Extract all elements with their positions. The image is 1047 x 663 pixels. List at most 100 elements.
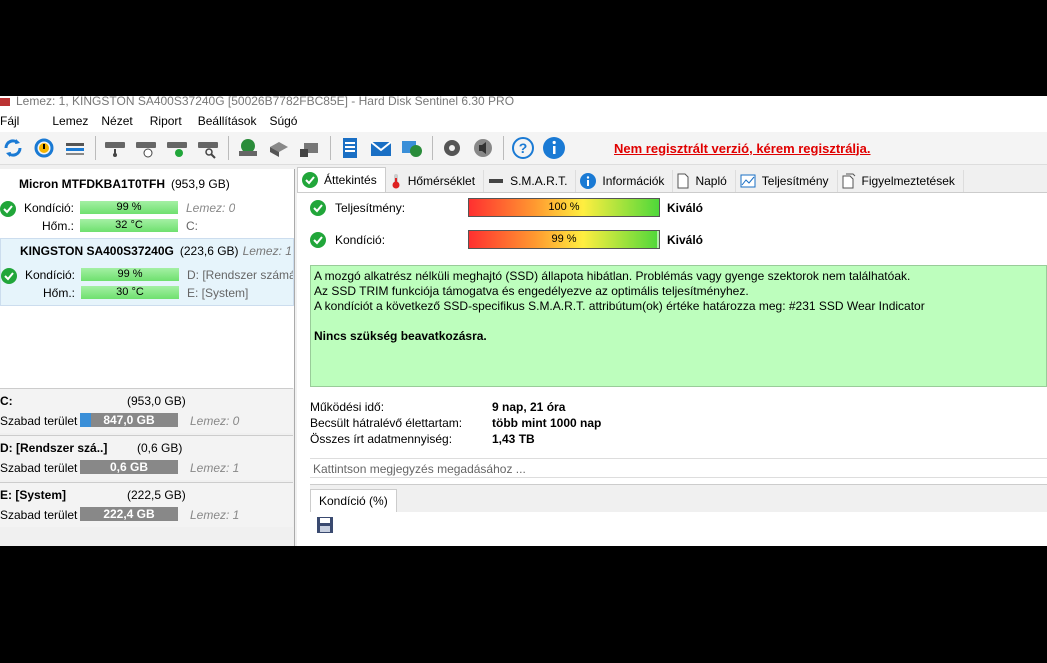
menu-sugo[interactable]: Súgó bbox=[269, 114, 310, 128]
condition-bar: 99 % bbox=[80, 201, 178, 214]
disk-list-icon[interactable] bbox=[62, 135, 88, 161]
free-space-bar: 222,4 GB bbox=[80, 507, 178, 521]
tab-homerseklet[interactable]: Hőmérséklet bbox=[386, 170, 485, 192]
menu-bar: Fájl Lemez Nézet Riport Beállítások Súgó bbox=[0, 110, 1047, 132]
alerts-document-icon bbox=[842, 173, 856, 189]
volume-list-panel: C: (953,0 GB) Szabad terület 847,0 GB Le… bbox=[0, 388, 295, 546]
tab-attekintes[interactable]: Áttekintés bbox=[297, 167, 386, 192]
thermometer-icon bbox=[390, 173, 402, 189]
tab-figyelmeztetesek[interactable]: Figyelmeztetések bbox=[838, 170, 964, 192]
title-bar: Lemez: 1, KINGSTON SA400S37240G [50026B7… bbox=[0, 96, 1047, 110]
tab-informaciok[interactable]: Információk bbox=[576, 170, 674, 192]
tab-naplo[interactable]: Napló bbox=[673, 170, 736, 192]
report-icon[interactable] bbox=[337, 135, 363, 161]
menu-beallitasok[interactable]: Beállítások bbox=[195, 114, 270, 128]
health-value: 99 % bbox=[551, 233, 577, 245]
volume-lemez: Lemez: 1 bbox=[190, 461, 240, 475]
menu-nezet[interactable]: Nézet bbox=[101, 114, 145, 128]
status-message: A mozgó alkatrész nélküli meghajtó (SSD)… bbox=[314, 269, 911, 283]
menu-riport[interactable]: Riport bbox=[146, 114, 195, 128]
toolbar-separator bbox=[228, 136, 229, 160]
settings-gear-icon[interactable] bbox=[439, 135, 465, 161]
toolbar-separator bbox=[330, 136, 331, 160]
health-gauge: 99 % bbox=[468, 230, 660, 249]
temperature-label: Hőm.: bbox=[42, 286, 75, 300]
volume-lemez: Lemez: 1 bbox=[190, 508, 240, 522]
condition-label: Kondíció: bbox=[24, 268, 75, 282]
status-message-box: A mozgó alkatrész nélküli meghajtó (SSD)… bbox=[310, 265, 1047, 387]
menu-fajl[interactable]: Fájl bbox=[0, 114, 32, 128]
disk-schedule-icon[interactable] bbox=[133, 135, 159, 161]
disk-volumes: C: bbox=[186, 219, 198, 233]
performance-label: Teljesítmény: bbox=[335, 201, 406, 215]
disk-tools-icon[interactable] bbox=[297, 135, 323, 161]
toolbar-separator bbox=[503, 136, 504, 160]
volume-item-c[interactable]: C: (953,0 GB) Szabad terület 847,0 GB Le… bbox=[0, 388, 293, 433]
disk-search-icon[interactable] bbox=[195, 135, 221, 161]
disk-name: KINGSTON SA400S37240G bbox=[20, 244, 174, 258]
free-space-value: 222,4 GB bbox=[103, 507, 155, 521]
volume-item-d[interactable]: D: [Rendszer szá..] (0,6 GB) Szabad terü… bbox=[0, 435, 293, 480]
network-disk-icon[interactable] bbox=[235, 135, 261, 161]
help-icon[interactable]: ? bbox=[510, 135, 536, 161]
free-space-label: Szabad terület bbox=[0, 461, 78, 475]
disk-size: (223,6 GB) bbox=[179, 244, 239, 258]
toolbar-separator bbox=[432, 136, 433, 160]
app-window: Lemez: 1, KINGSTON SA400S37240G [50026B7… bbox=[0, 96, 1047, 546]
performance-value: 100 % bbox=[548, 201, 580, 213]
email-icon[interactable] bbox=[368, 135, 394, 161]
disk-icon bbox=[488, 173, 504, 189]
status-conclusion: Nincs szükség beavatkozásra. bbox=[314, 329, 487, 343]
condition-label: Kondíció: bbox=[23, 201, 74, 215]
refresh-icon[interactable] bbox=[0, 135, 26, 161]
volume-item-e[interactable]: E: [System] (222,5 GB) Szabad terület 22… bbox=[0, 482, 293, 527]
chart-body bbox=[310, 512, 1047, 546]
disk-item-micron[interactable]: Micron MTFDKBA1T0TFH (953,9 GB) Kondíció:… bbox=[0, 169, 292, 235]
free-space-bar: 847,0 GB bbox=[80, 413, 178, 427]
menu-lemez[interactable]: Lemez bbox=[32, 114, 101, 128]
health-label: Kondíció: bbox=[335, 233, 386, 247]
disk-volume-e: E: [System] bbox=[187, 286, 249, 300]
disk-lemez: Lemez: 1 bbox=[242, 244, 292, 258]
disk-ok-icon[interactable] bbox=[164, 135, 190, 161]
disk-volume-d: D: [Rendszer számár bbox=[187, 268, 293, 282]
document-icon bbox=[677, 173, 689, 189]
disk-size: (953,9 GB) bbox=[171, 177, 230, 191]
status-message: A kondíciót a következő SSD-specifikus S… bbox=[314, 299, 925, 313]
free-space-value: 847,0 GB bbox=[103, 413, 155, 427]
disk-test-icon[interactable] bbox=[102, 135, 128, 161]
temperature-bar: 32 °C bbox=[80, 219, 178, 232]
temperature-bar: 30 °C bbox=[81, 286, 179, 299]
tab-teljesitmeny[interactable]: Teljesítmény bbox=[736, 170, 838, 192]
sound-icon[interactable] bbox=[470, 135, 496, 161]
overview-panel: Áttekintés Hőmérséklet S.M.A.R.T. Inform… bbox=[297, 167, 1047, 546]
health-ok-icon bbox=[0, 201, 16, 217]
chart-area: Kondíció (%) bbox=[310, 484, 1047, 546]
tab-smart[interactable]: S.M.A.R.T. bbox=[484, 170, 577, 192]
toolbar: ? Nem regisztrált verzió, kérem regisztr… bbox=[0, 132, 1047, 165]
free-space-label: Szabad terület bbox=[0, 414, 78, 428]
toolbar-separator bbox=[95, 136, 96, 160]
save-icon[interactable] bbox=[316, 516, 334, 537]
note-input[interactable]: Kattintson megjegyzés megadásához ... bbox=[310, 458, 1047, 478]
web-report-icon[interactable] bbox=[399, 135, 425, 161]
disk-name: Micron MTFDKBA1T0TFH bbox=[19, 177, 165, 191]
health-rating: Kiváló bbox=[667, 233, 704, 247]
tab-bar: Áttekintés Hőmérséklet S.M.A.R.T. Inform… bbox=[297, 167, 1047, 193]
info-icon bbox=[580, 173, 597, 189]
volume-name: D: [Rendszer szá..] bbox=[0, 441, 108, 455]
check-icon bbox=[302, 172, 318, 188]
volume-size: (222,5 GB) bbox=[127, 488, 186, 502]
register-link[interactable]: Nem regisztrált verzió, kérem regisztrál… bbox=[614, 141, 871, 156]
backup-icon[interactable] bbox=[266, 135, 292, 161]
disk-item-kingston[interactable]: KINGSTON SA400S37240G (223,6 GB) Lemez: 1 … bbox=[0, 238, 294, 306]
health-ok-icon bbox=[1, 268, 17, 284]
free-space-value: 0,6 GB bbox=[109, 460, 148, 474]
used-space-fill bbox=[80, 413, 91, 427]
gauge-remainder bbox=[657, 231, 659, 248]
tab-kondicio-chart[interactable]: Kondíció (%) bbox=[310, 489, 397, 512]
info-icon[interactable] bbox=[541, 135, 567, 161]
volume-name: E: [System] bbox=[0, 488, 67, 502]
refresh-warning-icon[interactable] bbox=[31, 135, 57, 161]
volume-lemez: Lemez: 0 bbox=[190, 414, 240, 428]
